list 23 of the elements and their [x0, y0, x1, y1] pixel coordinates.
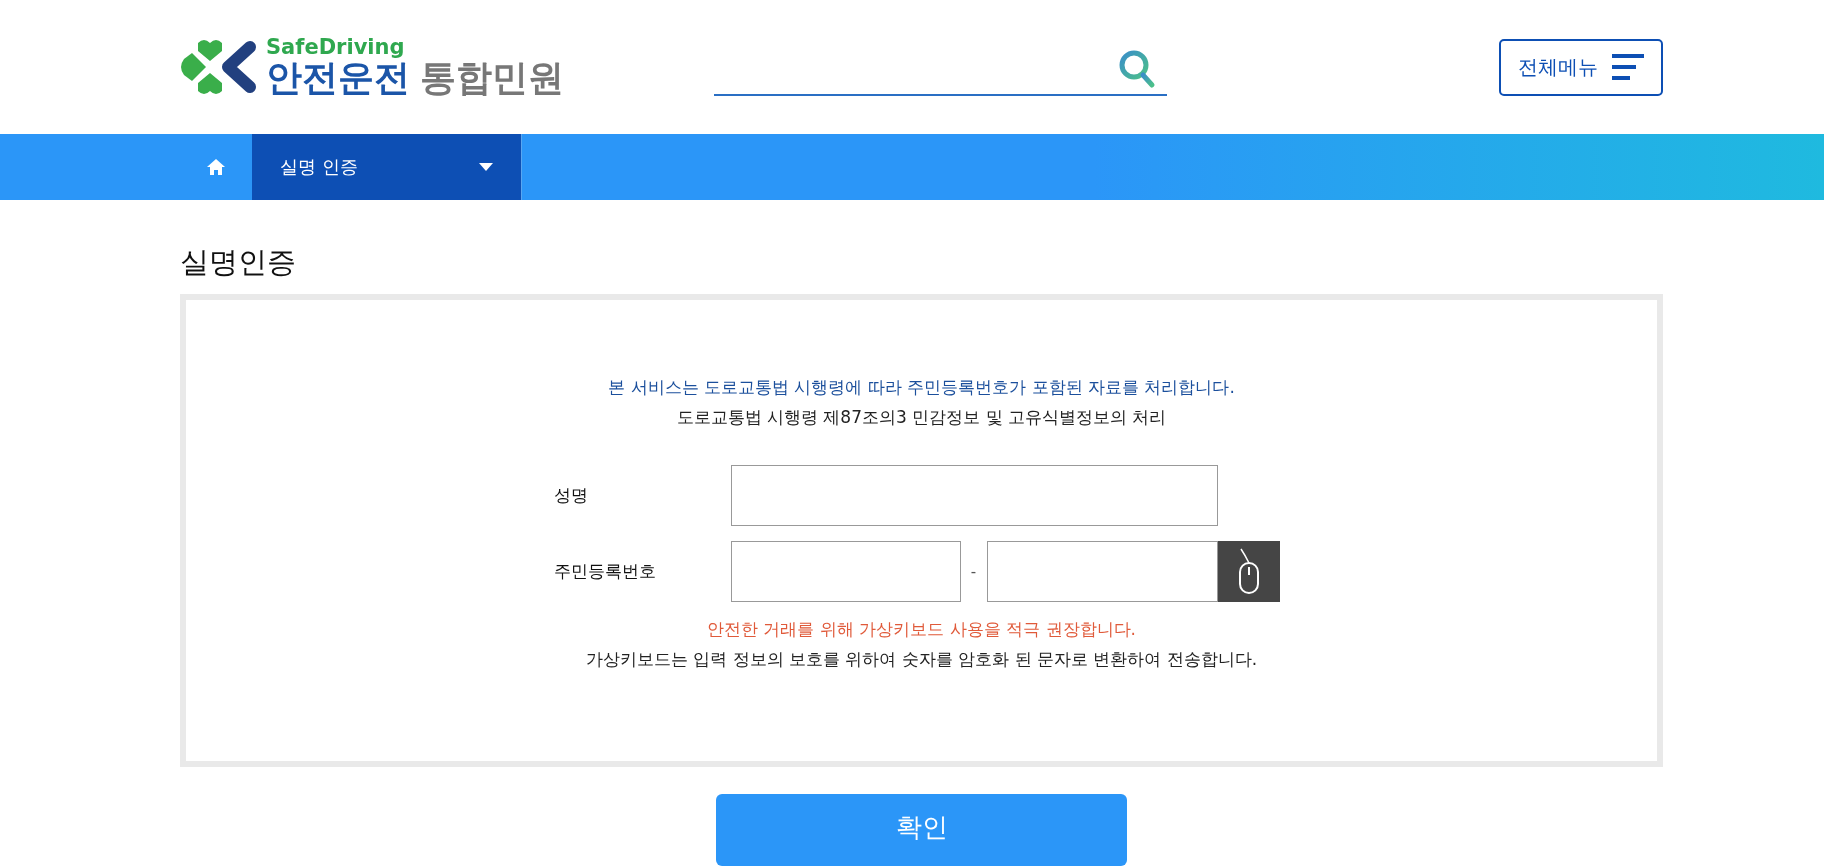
logo-icon [180, 39, 258, 95]
logo-suffix: 통합민원 [420, 58, 564, 98]
caret-icon [479, 163, 493, 171]
search-icon[interactable] [1117, 48, 1157, 90]
notice-text: 도로교통법 시행령 제87조의3 민감정보 및 고유식별정보의 처리 [676, 406, 1167, 429]
home-icon [206, 158, 226, 176]
menu-icon [1612, 54, 1644, 80]
search-field[interactable] [714, 50, 1167, 96]
notice-text: 본 서비스는 도로교통법 시행령에 따라 주민등록번호가 포함된 자료를 처리합니다. [608, 376, 1235, 399]
menu-dropdown[interactable]: 실명 인증 [252, 134, 522, 200]
input-field[interactable] [730, 465, 1218, 526]
logo-subtitle: SafeDriving [266, 36, 406, 58]
virtual-keyboard-button[interactable] [1217, 541, 1280, 602]
field-label: 주민등록번호 [553, 560, 657, 583]
separator-text: - [969, 562, 978, 581]
page-title: 실명인증 [180, 244, 297, 280]
info-text: 가상키보드는 입력 정보의 보호를 위하여 숫자를 암호화 된 문자로 변환하여 전송합니다. [585, 648, 1258, 671]
input-field[interactable] [730, 541, 961, 602]
logo-title: 안전운전 [266, 58, 410, 98]
warning-text: 안전한 거래를 위해 가상키보드 사용을 적극 권장합니다. [707, 618, 1136, 641]
input-field[interactable] [986, 541, 1218, 602]
all-menu-button[interactable]: 전체메뉴 [1499, 38, 1663, 96]
field-label: 성명 [553, 484, 589, 507]
